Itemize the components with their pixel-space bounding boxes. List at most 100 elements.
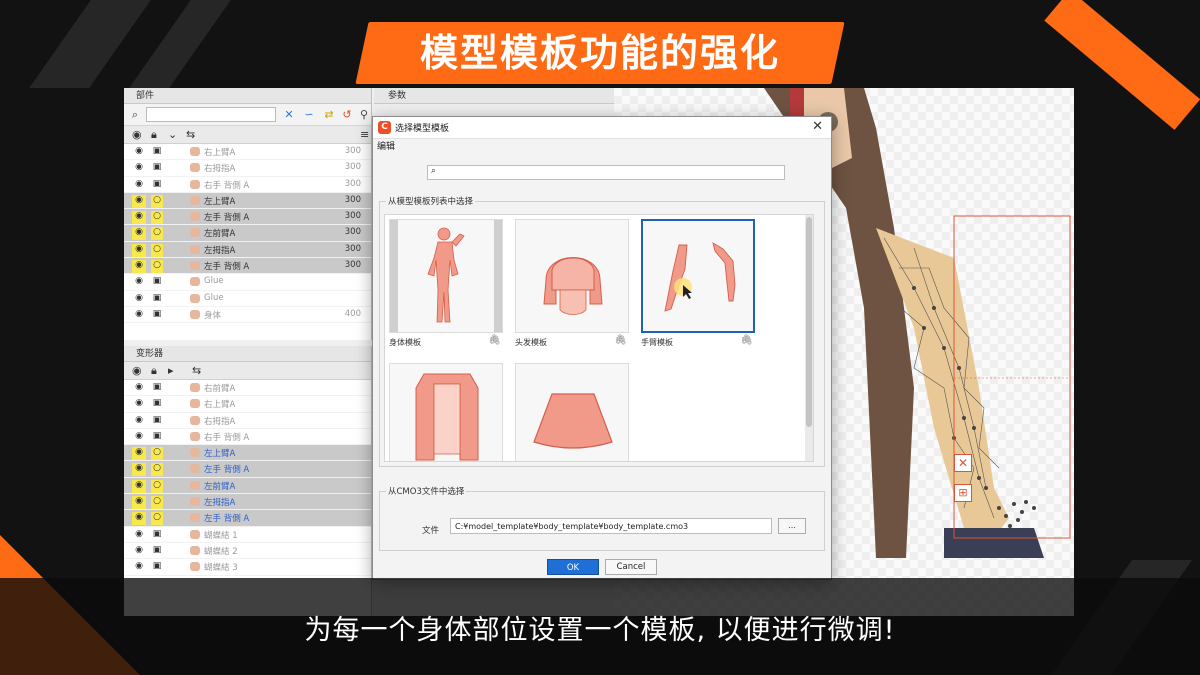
visibility-eye-icon[interactable]: ◉: [132, 463, 146, 477]
list-item[interactable]: ◉ ○ 左前臂A 300: [124, 225, 371, 242]
visibility-eye-icon[interactable]: ◉: [132, 162, 146, 172]
lock-icon[interactable]: ▣: [151, 561, 163, 571]
list-item[interactable]: ◉ ○ 左上臂A: [124, 445, 371, 462]
template-tile-hair[interactable]: 头发模板 🖇︎: [515, 219, 629, 357]
reset-icon[interactable]: ↺: [340, 108, 354, 122]
shuffle-icon[interactable]: ✕: [282, 108, 296, 122]
chevron-down-icon[interactable]: ⌄: [168, 128, 177, 141]
lock-icon[interactable]: 🔒︎: [151, 364, 157, 378]
lock-icon[interactable]: ▣: [151, 179, 163, 189]
search-icon[interactable]: ⌕: [128, 108, 142, 122]
visibility-eye-icon[interactable]: ◉: [132, 545, 146, 555]
lock-icon[interactable]: ▣: [151, 293, 163, 303]
list-item[interactable]: ◉ ▣ Glue: [124, 274, 371, 291]
parts-search-input[interactable]: [146, 107, 276, 122]
paperclip-icon[interactable]: 🖇︎: [614, 335, 627, 346]
visibility-eye-icon[interactable]: ◉: [132, 309, 146, 319]
list-item[interactable]: ◉ ▣ 身体 400: [124, 307, 371, 324]
lock-icon[interactable]: ▣: [151, 162, 163, 172]
visibility-eye-icon[interactable]: ◉: [132, 194, 146, 208]
visibility-eye-icon[interactable]: ◉: [132, 260, 146, 274]
list-item[interactable]: ◉ ▣ 右手 背側 A: [124, 429, 371, 446]
play-icon[interactable]: ▸: [168, 364, 174, 377]
toggle-icon[interactable]: ⇆: [186, 128, 195, 141]
pin-icon[interactable]: ⚲: [357, 108, 371, 122]
list-item[interactable]: ◉ ▣ 右上臂A 300: [124, 144, 371, 161]
list-item[interactable]: ◉ ▣ 右手 背側 A 300: [124, 177, 371, 193]
paperclip-icon[interactable]: 🖇︎: [488, 335, 501, 346]
lock-icon[interactable]: ▣: [151, 415, 163, 425]
unlock-icon[interactable]: ○: [151, 463, 163, 477]
visibility-eye-icon[interactable]: ◉: [132, 276, 146, 286]
lock-icon[interactable]: ▣: [151, 146, 163, 156]
file-path-input[interactable]: C:¥model_template¥body_template¥body_tem…: [450, 518, 772, 534]
template-search-input[interactable]: ⌕: [427, 165, 785, 180]
unlock-icon[interactable]: ○: [151, 243, 163, 257]
list-item[interactable]: ◉ ○ 左拇指A 300: [124, 241, 371, 259]
list-item[interactable]: ◉ ▣ 右前臂A: [124, 380, 371, 397]
unlock-icon[interactable]: ○: [151, 447, 163, 461]
visibility-eye-icon[interactable]: ◉: [132, 415, 146, 425]
list-item[interactable]: ◉ ▣ 右上臂A: [124, 396, 371, 413]
paperclip-icon[interactable]: 🖇︎: [740, 335, 753, 346]
grid-guide-icon[interactable]: ⊞: [954, 484, 972, 502]
lock-icon[interactable]: ▣: [151, 431, 163, 441]
lock-icon[interactable]: ▣: [151, 309, 163, 319]
list-item[interactable]: ◉ ○ 左手 背側 A 300: [124, 258, 371, 275]
visibility-eye-icon[interactable]: ◉: [132, 179, 146, 189]
unlock-icon[interactable]: ○: [151, 194, 163, 208]
list-item[interactable]: ◉ ▣ 右拇指A 300: [124, 160, 371, 177]
visibility-eye-icon[interactable]: ◉: [132, 211, 146, 225]
template-grid-scrollbar[interactable]: [805, 215, 813, 461]
unlock-icon[interactable]: ○: [151, 512, 163, 526]
visibility-eye-icon[interactable]: ◉: [132, 398, 146, 408]
close-icon[interactable]: ✕: [812, 119, 823, 134]
visibility-eye-icon[interactable]: ◉: [132, 447, 146, 461]
visibility-eye-icon[interactable]: ◉: [132, 512, 146, 526]
list-item[interactable]: ◉ ○ 左手 背側 A 300: [124, 209, 371, 226]
list-item[interactable]: ◉ ○ 左手 背側 A: [124, 461, 371, 478]
unlock-icon[interactable]: ○: [151, 479, 163, 493]
visibility-eye-icon[interactable]: ◉: [132, 479, 146, 493]
link-icon[interactable]: ∽: [302, 108, 316, 122]
list-item[interactable]: ◉ ○ 左上臂A 300: [124, 192, 371, 210]
lock-icon[interactable]: ▣: [151, 545, 163, 555]
lock-icon[interactable]: ▣: [151, 529, 163, 539]
visibility-eye-icon[interactable]: ◉: [132, 561, 146, 571]
template-tile-skirt[interactable]: [515, 363, 629, 461]
visibility-eye-icon[interactable]: ◉: [132, 431, 146, 441]
eye-icon[interactable]: ◉: [132, 128, 142, 141]
visibility-eye-icon[interactable]: ◉: [132, 227, 146, 241]
cancel-button[interactable]: Cancel: [605, 559, 657, 575]
list-item[interactable]: ◉ ▣ 蝴蝶結 3: [124, 559, 371, 576]
template-tile-arm[interactable]: 手臂模板 🖇︎: [641, 219, 755, 357]
template-tile-body[interactable]: 身体模板 🖇︎: [389, 219, 503, 357]
swap-icon[interactable]: ⇄: [322, 108, 336, 122]
eye-icon[interactable]: ◉: [132, 364, 142, 377]
visibility-eye-icon[interactable]: ◉: [132, 529, 146, 539]
unlock-icon[interactable]: ○: [151, 227, 163, 241]
list-item[interactable]: ◉ ○ 左前臂A: [124, 477, 371, 495]
visibility-eye-icon[interactable]: ◉: [132, 382, 146, 392]
toggle-icon[interactable]: ⇆: [192, 364, 201, 377]
browse-button[interactable]: ...: [778, 518, 806, 534]
visibility-eye-icon[interactable]: ◉: [132, 496, 146, 510]
list-item[interactable]: ◉ ▣ 蝴蝶結 2: [124, 543, 371, 560]
lock-icon[interactable]: ▣: [151, 276, 163, 286]
list-item[interactable]: ◉ ▣ 右拇指A: [124, 413, 371, 429]
template-tile-clothing[interactable]: [389, 363, 503, 461]
lock-icon[interactable]: 🔒︎: [151, 128, 157, 142]
unlock-icon[interactable]: ○: [151, 496, 163, 510]
lock-icon[interactable]: ▣: [151, 398, 163, 408]
menu-icon[interactable]: ≡: [360, 128, 369, 141]
list-item[interactable]: ◉ ▣ 蝴蝶結 1: [124, 527, 371, 543]
dialog-menu-edit[interactable]: 编辑: [373, 139, 831, 156]
unlock-icon[interactable]: ○: [151, 211, 163, 225]
list-item[interactable]: ◉ ▣ Glue: [124, 291, 371, 307]
visibility-eye-icon[interactable]: ◉: [132, 243, 146, 257]
unlock-icon[interactable]: ○: [151, 260, 163, 274]
list-item[interactable]: ◉ ○ 左手 背側 A: [124, 510, 371, 527]
ok-button[interactable]: OK: [547, 559, 599, 575]
delete-guide-icon[interactable]: ✕: [954, 454, 972, 472]
visibility-eye-icon[interactable]: ◉: [132, 146, 146, 156]
